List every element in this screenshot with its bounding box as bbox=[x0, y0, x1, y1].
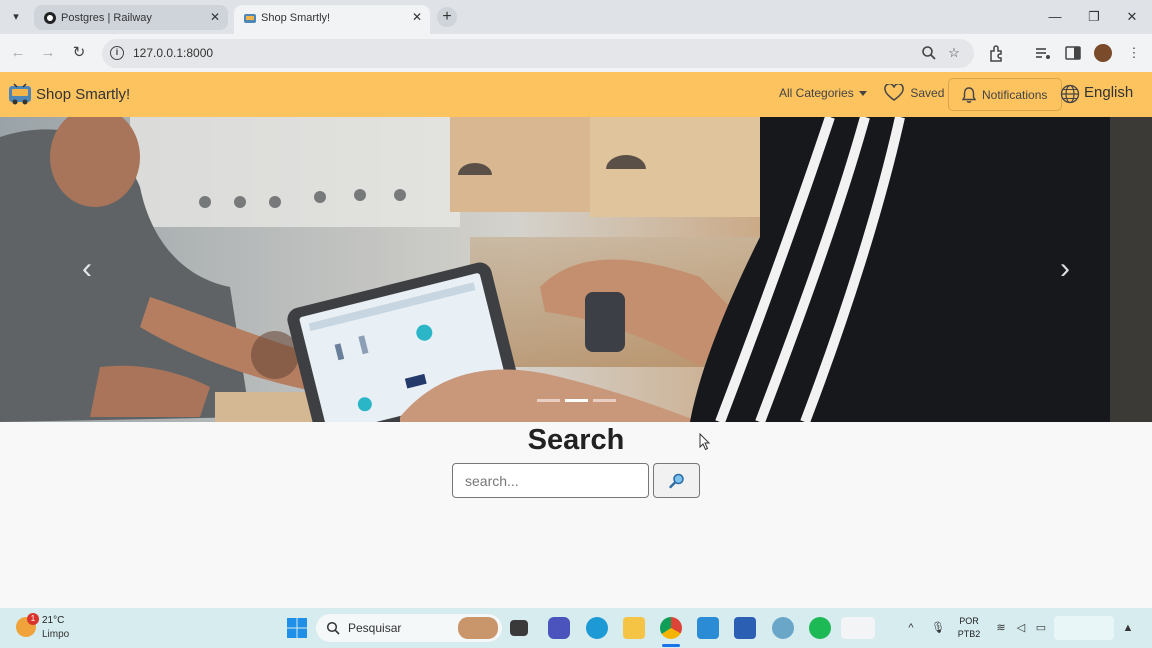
chrome-active-indicator bbox=[662, 644, 680, 647]
chrome-icon[interactable] bbox=[660, 617, 682, 639]
battery-icon[interactable]: ▭ bbox=[1034, 621, 1048, 635]
tab-postgres-railway[interactable]: Postgres | Railway ✕ bbox=[34, 5, 228, 30]
taskbar-search-label: Pesquisar bbox=[348, 621, 402, 635]
windows-start-icon[interactable] bbox=[286, 617, 308, 639]
all-categories-label: All Categories bbox=[779, 86, 854, 100]
tab-shop-smartly[interactable]: Shop Smartly! ✕ bbox=[234, 5, 430, 34]
teams-chat-icon[interactable] bbox=[548, 617, 570, 639]
extensions-puzzle-icon[interactable] bbox=[987, 43, 1007, 63]
railway-favicon-icon bbox=[44, 12, 56, 24]
close-tab-icon[interactable]: ✕ bbox=[210, 5, 220, 29]
reload-icon[interactable]: ↻ bbox=[68, 42, 90, 64]
site-info-icon[interactable]: i bbox=[110, 46, 124, 60]
saved-link[interactable]: Saved bbox=[884, 83, 945, 102]
wifi-icon[interactable]: ≋ bbox=[994, 621, 1008, 635]
minimize-icon[interactable]: — bbox=[1040, 6, 1070, 28]
microphone-icon[interactable]: 🎙 bbox=[931, 621, 945, 635]
zoom-icon[interactable] bbox=[920, 44, 938, 62]
weather-temperature[interactable]: 21°C bbox=[42, 615, 64, 626]
notification-bell-icon[interactable]: ▲ bbox=[1121, 621, 1135, 635]
tab-search-chevron-icon[interactable]: ▾ bbox=[6, 8, 26, 26]
search-heading: Search bbox=[527, 424, 625, 456]
side-panel-icon[interactable] bbox=[1063, 43, 1083, 63]
weather-badge: 1 bbox=[27, 613, 39, 625]
search-button[interactable] bbox=[653, 463, 700, 498]
volume-icon[interactable]: ◁ bbox=[1014, 621, 1028, 635]
all-categories-dropdown[interactable]: All Categories bbox=[779, 86, 867, 100]
os-taskbar: 1 21°C Limpo Pesquisar ^ 🎙 POR PTB2 ≋ ◁ … bbox=[0, 608, 1152, 648]
saved-label: Saved bbox=[910, 86, 945, 100]
address-bar[interactable]: i 127.0.0.1:8000 ☆ bbox=[102, 39, 974, 68]
bell-icon bbox=[961, 87, 977, 103]
forward-arrow-icon[interactable]: → bbox=[37, 42, 59, 64]
magnifier-icon bbox=[669, 473, 684, 489]
browser-tab-bar: ▾ Postgres | Railway ✕ Shop Smartly! ✕ +… bbox=[0, 0, 1152, 34]
shop-favicon-icon bbox=[244, 14, 256, 23]
url-text[interactable]: 127.0.0.1:8000 bbox=[133, 46, 213, 60]
brand-name: Shop Smartly! bbox=[36, 86, 131, 103]
restore-icon[interactable]: ❐ bbox=[1079, 6, 1109, 28]
tab-title: Shop Smartly! bbox=[261, 12, 331, 24]
globe-icon bbox=[1060, 84, 1080, 104]
app-icon[interactable] bbox=[841, 617, 875, 639]
vscode-icon[interactable] bbox=[697, 617, 719, 639]
mouse-cursor-icon bbox=[699, 433, 711, 451]
app-icon[interactable] bbox=[772, 617, 794, 639]
heart-icon bbox=[884, 83, 904, 101]
notifications-label: Notifications bbox=[982, 88, 1048, 102]
close-window-icon[interactable]: ✕ bbox=[1117, 6, 1147, 28]
bookmark-star-icon[interactable]: ☆ bbox=[945, 44, 963, 62]
file-explorer-icon[interactable] bbox=[623, 617, 645, 639]
shop-logo-icon bbox=[9, 83, 31, 105]
browser-menu-kebab-icon[interactable]: ⋮ bbox=[1124, 43, 1144, 63]
hero-carousel: ‹ › bbox=[0, 117, 1152, 422]
input-language[interactable]: POR bbox=[955, 616, 983, 626]
carousel-indicator[interactable] bbox=[593, 399, 616, 402]
input-keyboard-layout[interactable]: PTB2 bbox=[955, 629, 983, 639]
search-input[interactable] bbox=[452, 463, 649, 498]
search-highlight-image bbox=[458, 617, 498, 639]
media-control-icon[interactable] bbox=[1033, 43, 1053, 63]
carousel-indicator-active[interactable] bbox=[565, 399, 588, 402]
spotify-icon[interactable] bbox=[809, 617, 831, 639]
caret-down-icon bbox=[858, 91, 867, 97]
word-icon[interactable] bbox=[734, 617, 756, 639]
clock-area[interactable] bbox=[1054, 616, 1114, 640]
search-icon bbox=[326, 621, 340, 635]
tab-title: Postgres | Railway bbox=[61, 12, 152, 24]
tray-chevron-up-icon[interactable]: ^ bbox=[904, 621, 918, 635]
site-navbar: Shop Smartly! All Categories Saved Notif… bbox=[0, 72, 1152, 117]
carousel-next-chevron-icon[interactable]: › bbox=[1053, 252, 1077, 286]
edge-browser-icon[interactable] bbox=[586, 617, 608, 639]
close-tab-icon[interactable]: ✕ bbox=[412, 5, 422, 29]
language-label: English bbox=[1084, 84, 1134, 101]
taskbar-search-box[interactable]: Pesquisar bbox=[316, 614, 502, 642]
new-tab-plus-icon[interactable]: + bbox=[437, 7, 457, 27]
notifications-button[interactable]: Notifications bbox=[948, 78, 1062, 111]
hero-image bbox=[0, 117, 1152, 422]
browser-toolbar: ← → ↻ i 127.0.0.1:8000 ☆ ⋮ bbox=[0, 34, 1152, 72]
carousel-indicator[interactable] bbox=[537, 399, 560, 402]
back-arrow-icon[interactable]: ← bbox=[7, 42, 29, 64]
task-view-icon[interactable] bbox=[510, 620, 528, 636]
weather-condition[interactable]: Limpo bbox=[42, 629, 69, 640]
carousel-prev-chevron-icon[interactable]: ‹ bbox=[75, 252, 99, 286]
profile-avatar[interactable] bbox=[1094, 44, 1112, 62]
